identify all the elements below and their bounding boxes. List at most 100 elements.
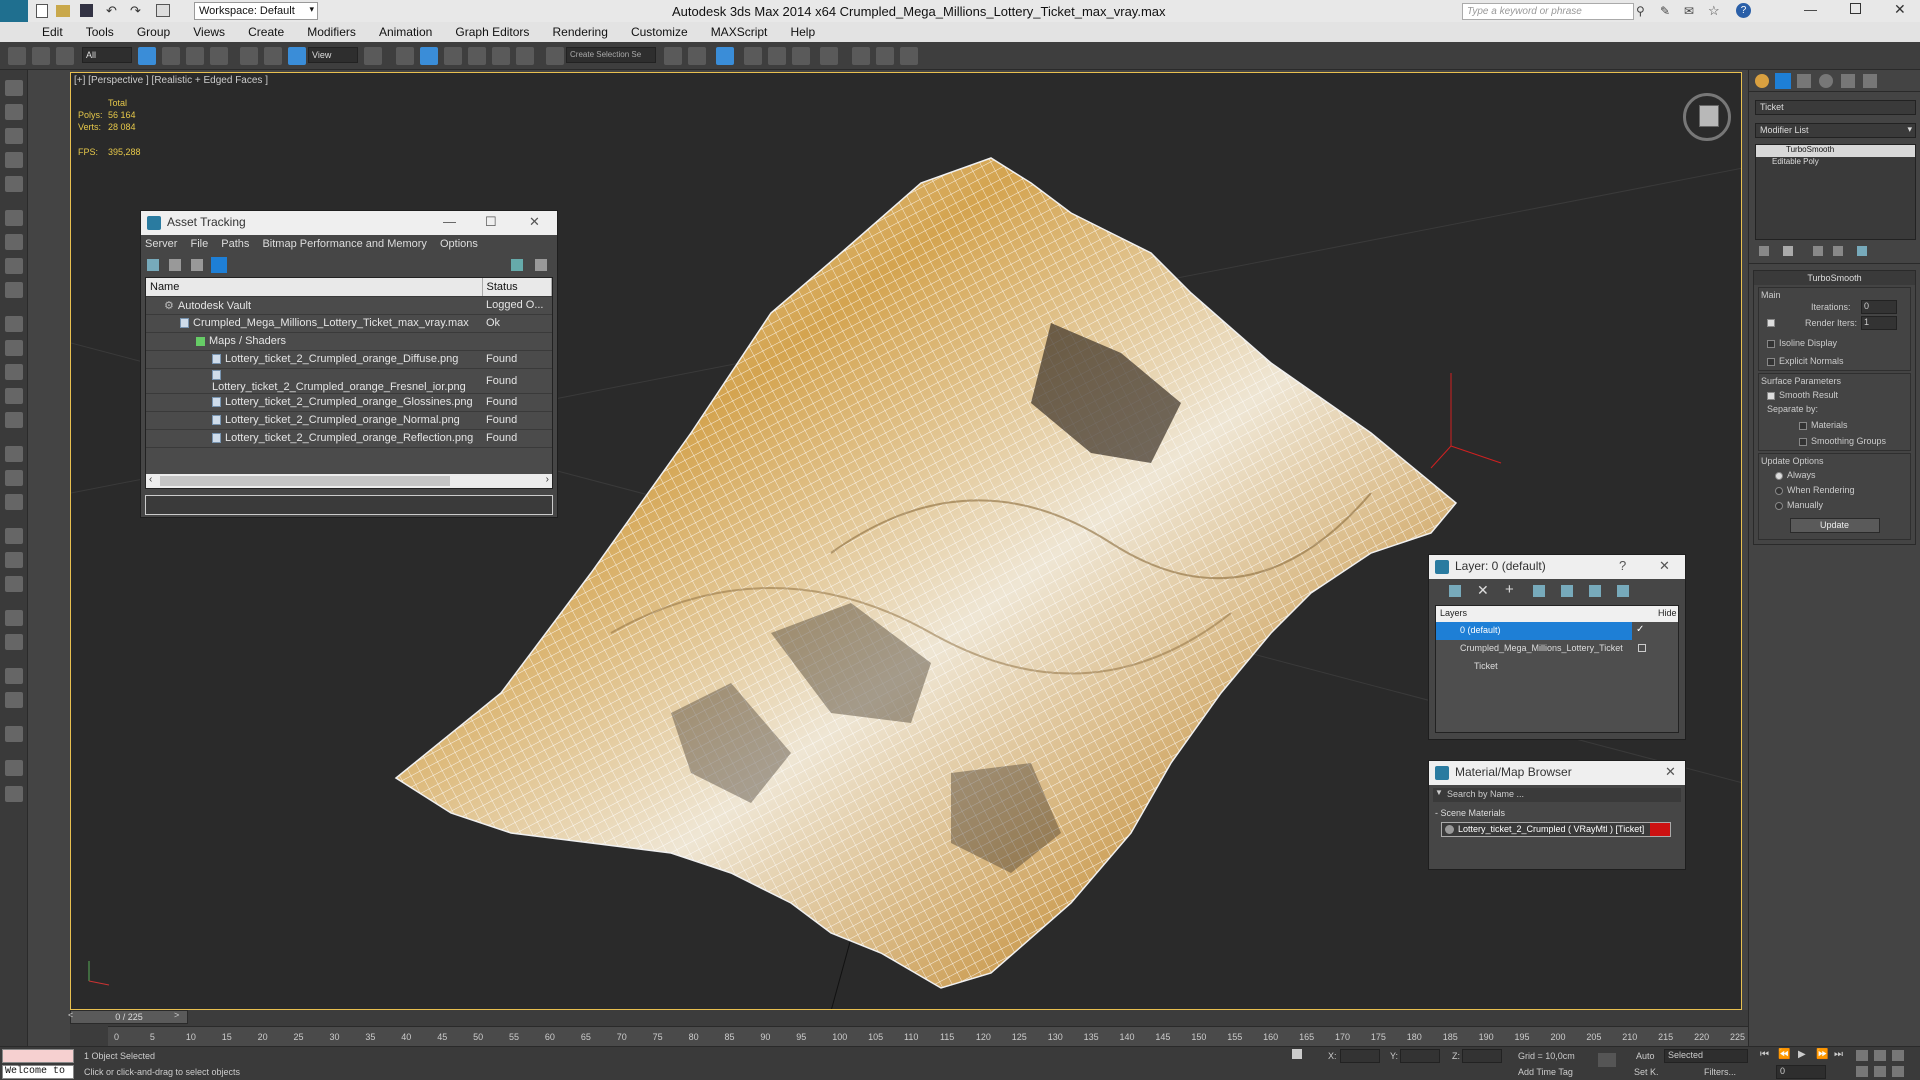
create-tab-icon[interactable] xyxy=(1755,74,1769,88)
explicit-normals-row[interactable]: Explicit Normals xyxy=(1767,356,1908,366)
table-row[interactable]: Crumpled_Mega_Millions_Lottery_Ticket_ma… xyxy=(146,314,552,333)
pan-view-icon[interactable] xyxy=(1856,1066,1868,1077)
menu-file[interactable]: File xyxy=(190,238,208,250)
viewport-tool-icon-20[interactable] xyxy=(5,576,23,592)
favorites-star-icon[interactable]: ☆ xyxy=(1708,3,1720,19)
stack-item-turbosmooth[interactable]: TurboSmooth xyxy=(1756,145,1915,157)
when-rendering-row[interactable]: When Rendering xyxy=(1775,485,1908,495)
viewport-tool-icon-17[interactable] xyxy=(5,494,23,510)
set-key-button[interactable]: Set K. xyxy=(1634,1067,1659,1077)
new-file-icon[interactable] xyxy=(36,4,48,18)
viewport-tool-icon-26[interactable] xyxy=(5,760,23,776)
spinner-snap-icon[interactable] xyxy=(516,47,534,65)
previous-key-icon[interactable]: ⏪ xyxy=(1778,1049,1790,1060)
select-by-name-icon[interactable] xyxy=(162,47,180,65)
viewport-tool-icon-23[interactable] xyxy=(5,668,23,684)
scroll-left-icon[interactable]: ‹ xyxy=(149,474,152,485)
table-view-icon[interactable] xyxy=(211,257,227,273)
smoothing-groups-row[interactable]: Smoothing Groups xyxy=(1799,436,1908,446)
menu-help[interactable]: Help xyxy=(780,22,825,42)
menu-graph-editors[interactable]: Graph Editors xyxy=(445,22,539,42)
binoculars-icon[interactable]: ⚲ xyxy=(1636,4,1645,18)
menu-create[interactable]: Create xyxy=(238,22,294,42)
utilities-tab-icon[interactable] xyxy=(1863,74,1877,88)
maximize-icon[interactable]: ☐ xyxy=(485,214,497,230)
render-production-icon[interactable] xyxy=(900,47,918,65)
menu-rendering[interactable]: Rendering xyxy=(543,22,618,42)
table-row[interactable]: Lottery_ticket_2_Crumpled_orange_Diffuse… xyxy=(146,350,552,369)
menu-server[interactable]: Server xyxy=(145,238,177,250)
modifier-list-dropdown[interactable]: Modifier List ▾ xyxy=(1755,123,1916,138)
show-end-result-icon[interactable] xyxy=(1783,246,1793,256)
smoothing-groups-checkbox[interactable] xyxy=(1799,437,1807,446)
filters-button[interactable]: Filters... xyxy=(1704,1067,1736,1077)
menu-customize[interactable]: Customize xyxy=(621,22,698,42)
maximize-viewport-icon[interactable] xyxy=(1892,1066,1904,1077)
bind-space-warp-icon[interactable] xyxy=(56,47,74,65)
viewport-tool-icon-22[interactable] xyxy=(5,634,23,650)
isoline-checkbox[interactable] xyxy=(1767,339,1775,348)
asset-path-field[interactable] xyxy=(145,495,553,515)
search-options-icon[interactable]: ▼ xyxy=(1435,788,1443,797)
viewport-label[interactable]: [+] [Perspective ] [Realistic + Edged Fa… xyxy=(74,75,268,86)
viewport-tool-icon-15[interactable] xyxy=(5,446,23,462)
field-of-view-icon[interactable] xyxy=(1892,1050,1904,1061)
transform-gizmo[interactable] xyxy=(1430,373,1502,469)
menu-maxscript[interactable]: MAXScript xyxy=(701,22,778,42)
scroll-thumb[interactable] xyxy=(160,476,450,486)
minimize-icon[interactable]: — xyxy=(1804,2,1817,17)
auto-key-button[interactable]: Auto xyxy=(1636,1051,1655,1061)
viewport-tool-icon-1[interactable] xyxy=(5,80,23,96)
materials-checkbox[interactable] xyxy=(1799,421,1807,430)
menu-bitmap-performance[interactable]: Bitmap Performance and Memory xyxy=(262,238,426,250)
render-setup-icon[interactable] xyxy=(852,47,870,65)
refresh-icon[interactable] xyxy=(147,259,159,271)
rendered-frame-window-icon[interactable] xyxy=(876,47,894,65)
configure-sets-icon[interactable] xyxy=(1857,246,1867,256)
material-editor-icon[interactable] xyxy=(820,47,838,65)
table-row[interactable]: Maps / Shaders xyxy=(146,332,552,351)
link-icon[interactable] xyxy=(8,47,26,65)
viewport-tool-icon-9[interactable] xyxy=(5,282,23,298)
layer-dialog-titlebar[interactable]: Layer: 0 (default) ? ✕ xyxy=(1429,555,1685,579)
angle-snap-icon[interactable] xyxy=(468,47,486,65)
menu-edit[interactable]: Edit xyxy=(32,22,73,42)
communication-center-icon[interactable]: ✉ xyxy=(1684,4,1694,18)
undo-icon[interactable]: ↶ xyxy=(106,3,117,19)
hide-all-layers-icon[interactable] xyxy=(1589,585,1601,597)
col-hide[interactable]: Hide xyxy=(1658,608,1677,618)
orbit-icon[interactable] xyxy=(1874,1066,1886,1077)
scene-materials-group[interactable]: - Scene Materials xyxy=(1435,808,1681,818)
col-status[interactable]: Status xyxy=(482,278,552,297)
viewport-tool-icon-6[interactable] xyxy=(5,210,23,226)
isoline-row[interactable]: Isoline Display xyxy=(1767,338,1908,348)
mirror-icon[interactable] xyxy=(664,47,682,65)
display-tab-icon[interactable] xyxy=(1841,74,1855,88)
viewport-tool-icon-18[interactable] xyxy=(5,528,23,544)
always-radio[interactable] xyxy=(1775,471,1783,480)
smooth-result-row[interactable]: Smooth Result xyxy=(1767,390,1908,400)
viewport-tool-icon-2[interactable] xyxy=(5,104,23,120)
rotate-icon[interactable] xyxy=(264,47,282,65)
layer-row-default[interactable]: 0 (default) xyxy=(1436,622,1632,640)
search-box[interactable]: Type a keyword or phrase xyxy=(1462,3,1634,20)
freeze-all-layers-icon[interactable] xyxy=(1617,585,1629,597)
render-iters-checkbox[interactable] xyxy=(1767,319,1775,327)
motion-tab-icon[interactable] xyxy=(1819,74,1833,88)
select-layer-icon[interactable] xyxy=(1533,585,1545,597)
table-row[interactable]: Lottery_ticket_2_Crumpled_orange_Reflect… xyxy=(146,429,552,448)
unlink-icon[interactable] xyxy=(32,47,50,65)
x-coordinate-field[interactable] xyxy=(1340,1049,1380,1063)
delete-layer-icon[interactable]: ✕ xyxy=(1477,582,1489,599)
select-object-icon[interactable] xyxy=(138,47,156,65)
active-layer-check-icon[interactable]: ✓ xyxy=(1636,624,1644,635)
open-file-icon[interactable] xyxy=(56,5,70,17)
layer-settings-icon[interactable] xyxy=(1449,585,1461,597)
table-row[interactable]: ⚙ Autodesk Vault Logged O... xyxy=(146,296,552,315)
viewport-tool-icon-8[interactable] xyxy=(5,258,23,274)
redo-icon[interactable]: ↷ xyxy=(130,3,141,19)
menu-tools[interactable]: Tools xyxy=(76,22,124,42)
key-filter-dropdown[interactable]: Selected xyxy=(1664,1049,1748,1063)
pin-stack-icon[interactable] xyxy=(1759,246,1769,256)
schematic-view-icon[interactable] xyxy=(792,47,810,65)
